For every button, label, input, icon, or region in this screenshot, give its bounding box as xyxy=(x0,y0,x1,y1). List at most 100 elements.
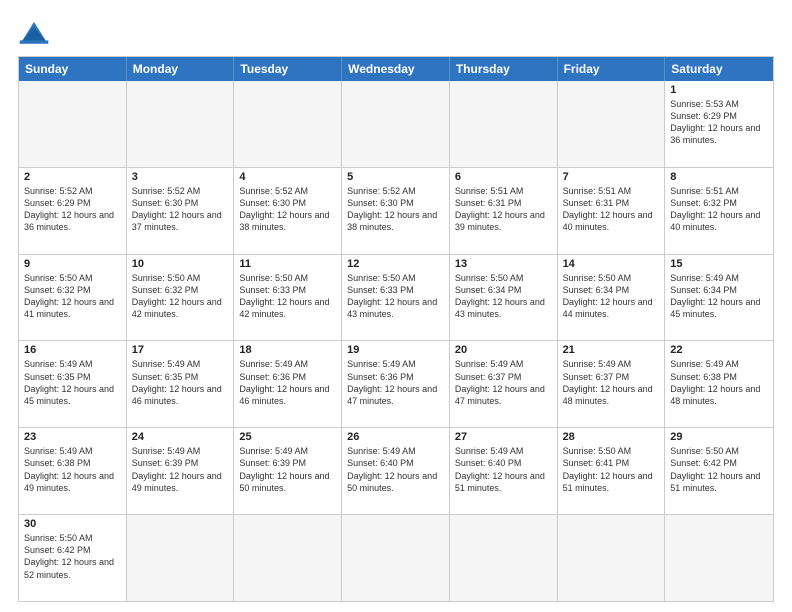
calendar-row-3: 16Sunrise: 5:49 AM Sunset: 6:35 PM Dayli… xyxy=(19,340,773,427)
calendar-cell-2-6: 15 Sunrise: 5:49 AM Sunset: 6:34 PM Dayli… xyxy=(665,255,773,341)
day-info: Sunrise: 5:49 AM Sunset: 6:38 PM Dayligh… xyxy=(670,358,768,407)
day-number: 19 xyxy=(347,344,444,356)
day-info: Sunrise: 5:49 AM Sunset: 6:40 PM Dayligh… xyxy=(347,445,444,494)
day-number: 9 xyxy=(24,258,121,270)
calendar-cell-5-1 xyxy=(127,515,235,601)
day-info: Sunrise: 5:50 AM Sunset: 6:41 PM Dayligh… xyxy=(563,445,660,494)
weekday-header-saturday: Saturday xyxy=(665,57,773,81)
calendar-cell-2-0: 9 Sunrise: 5:50 AM Sunset: 6:32 PM Daylig… xyxy=(19,255,127,341)
calendar-cell-1-1: 3 Sunrise: 5:52 AM Sunset: 6:30 PM Daylig… xyxy=(127,168,235,254)
calendar-cell-5-5 xyxy=(558,515,666,601)
day-info: Sunrise: 5:52 AM Sunset: 6:30 PM Dayligh… xyxy=(239,185,336,234)
page: SundayMondayTuesdayWednesdayThursdayFrid… xyxy=(0,0,792,612)
calendar-cell-5-2 xyxy=(234,515,342,601)
day-info: Sunrise: 5:49 AM Sunset: 6:34 PM Dayligh… xyxy=(670,272,768,321)
calendar-cell-4-1: 24Sunrise: 5:49 AM Sunset: 6:39 PM Dayli… xyxy=(127,428,235,514)
calendar-cell-5-0: 30Sunrise: 5:50 AM Sunset: 6:42 PM Dayli… xyxy=(19,515,127,601)
weekday-header-tuesday: Tuesday xyxy=(234,57,342,81)
calendar-cell-1-2: 4 Sunrise: 5:52 AM Sunset: 6:30 PM Daylig… xyxy=(234,168,342,254)
calendar-cell-2-3: 12Sunrise: 5:50 AM Sunset: 6:33 PM Dayli… xyxy=(342,255,450,341)
calendar-cell-0-5 xyxy=(558,81,666,167)
day-info: Sunrise: 5:50 AM Sunset: 6:32 PM Dayligh… xyxy=(132,272,229,321)
day-info: Sunrise: 5:49 AM Sunset: 6:39 PM Dayligh… xyxy=(239,445,336,494)
calendar-cell-4-0: 23 Sunrise: 5:49 AM Sunset: 6:38 PM Dayli… xyxy=(19,428,127,514)
calendar-cell-1-3: 5Sunrise: 5:52 AM Sunset: 6:30 PM Daylig… xyxy=(342,168,450,254)
calendar-cell-2-4: 13Sunrise: 5:50 AM Sunset: 6:34 PM Dayli… xyxy=(450,255,558,341)
calendar-cell-3-1: 17 Sunrise: 5:49 AM Sunset: 6:35 PM Dayli… xyxy=(127,341,235,427)
calendar-cell-4-5: 28Sunrise: 5:50 AM Sunset: 6:41 PM Dayli… xyxy=(558,428,666,514)
calendar-cell-1-0: 2 Sunrise: 5:52 AM Sunset: 6:29 PM Daylig… xyxy=(19,168,127,254)
day-number: 5 xyxy=(347,171,444,183)
calendar-cell-0-6: 1 Sunrise: 5:53 AM Sunset: 6:29 PM Daylig… xyxy=(665,81,773,167)
day-info: Sunrise: 5:49 AM Sunset: 6:37 PM Dayligh… xyxy=(455,358,552,407)
day-number: 25 xyxy=(239,431,336,443)
day-info: Sunrise: 5:49 AM Sunset: 6:38 PM Dayligh… xyxy=(24,445,121,494)
calendar-cell-2-2: 11 Sunrise: 5:50 AM Sunset: 6:33 PM Dayli… xyxy=(234,255,342,341)
day-info: Sunrise: 5:49 AM Sunset: 6:36 PM Dayligh… xyxy=(347,358,444,407)
day-info: Sunrise: 5:50 AM Sunset: 6:42 PM Dayligh… xyxy=(24,532,121,581)
day-info: Sunrise: 5:49 AM Sunset: 6:37 PM Dayligh… xyxy=(563,358,660,407)
day-number: 22 xyxy=(670,344,768,356)
day-info: Sunrise: 5:49 AM Sunset: 6:35 PM Dayligh… xyxy=(132,358,229,407)
day-number: 17 xyxy=(132,344,229,356)
day-info: Sunrise: 5:52 AM Sunset: 6:29 PM Dayligh… xyxy=(24,185,121,234)
calendar-cell-2-1: 10 Sunrise: 5:50 AM Sunset: 6:32 PM Dayli… xyxy=(127,255,235,341)
day-number: 18 xyxy=(239,344,336,356)
calendar-cell-0-0 xyxy=(19,81,127,167)
day-info: Sunrise: 5:51 AM Sunset: 6:31 PM Dayligh… xyxy=(455,185,552,234)
day-info: Sunrise: 5:50 AM Sunset: 6:34 PM Dayligh… xyxy=(563,272,660,321)
calendar-cell-0-2 xyxy=(234,81,342,167)
calendar-cell-0-3 xyxy=(342,81,450,167)
day-info: Sunrise: 5:51 AM Sunset: 6:32 PM Dayligh… xyxy=(670,185,768,234)
calendar: SundayMondayTuesdayWednesdayThursdayFrid… xyxy=(18,56,774,602)
calendar-row-1: 2 Sunrise: 5:52 AM Sunset: 6:29 PM Daylig… xyxy=(19,167,773,254)
day-number: 20 xyxy=(455,344,552,356)
weekday-header-monday: Monday xyxy=(127,57,235,81)
calendar-cell-5-3 xyxy=(342,515,450,601)
day-number: 10 xyxy=(132,258,229,270)
calendar-body: 1 Sunrise: 5:53 AM Sunset: 6:29 PM Daylig… xyxy=(19,81,773,601)
calendar-cell-3-2: 18Sunrise: 5:49 AM Sunset: 6:36 PM Dayli… xyxy=(234,341,342,427)
calendar-cell-3-0: 16Sunrise: 5:49 AM Sunset: 6:35 PM Dayli… xyxy=(19,341,127,427)
day-number: 3 xyxy=(132,171,229,183)
day-number: 2 xyxy=(24,171,121,183)
day-number: 11 xyxy=(239,258,336,270)
day-info: Sunrise: 5:52 AM Sunset: 6:30 PM Dayligh… xyxy=(132,185,229,234)
calendar-cell-0-1 xyxy=(127,81,235,167)
calendar-cell-3-6: 22 Sunrise: 5:49 AM Sunset: 6:38 PM Dayli… xyxy=(665,341,773,427)
calendar-cell-1-6: 8 Sunrise: 5:51 AM Sunset: 6:32 PM Daylig… xyxy=(665,168,773,254)
day-number: 27 xyxy=(455,431,552,443)
day-number: 26 xyxy=(347,431,444,443)
day-info: Sunrise: 5:49 AM Sunset: 6:39 PM Dayligh… xyxy=(132,445,229,494)
calendar-header: SundayMondayTuesdayWednesdayThursdayFrid… xyxy=(19,57,773,81)
calendar-row-2: 9 Sunrise: 5:50 AM Sunset: 6:32 PM Daylig… xyxy=(19,254,773,341)
day-number: 23 xyxy=(24,431,121,443)
calendar-cell-1-5: 7Sunrise: 5:51 AM Sunset: 6:31 PM Daylig… xyxy=(558,168,666,254)
weekday-header-wednesday: Wednesday xyxy=(342,57,450,81)
day-info: Sunrise: 5:50 AM Sunset: 6:33 PM Dayligh… xyxy=(347,272,444,321)
calendar-cell-5-4 xyxy=(450,515,558,601)
day-info: Sunrise: 5:49 AM Sunset: 6:40 PM Dayligh… xyxy=(455,445,552,494)
calendar-row-4: 23 Sunrise: 5:49 AM Sunset: 6:38 PM Dayli… xyxy=(19,427,773,514)
calendar-cell-4-2: 25 Sunrise: 5:49 AM Sunset: 6:39 PM Dayli… xyxy=(234,428,342,514)
day-number: 1 xyxy=(670,84,768,96)
calendar-cell-5-6 xyxy=(665,515,773,601)
calendar-cell-4-4: 27 Sunrise: 5:49 AM Sunset: 6:40 PM Dayli… xyxy=(450,428,558,514)
calendar-cell-3-5: 21Sunrise: 5:49 AM Sunset: 6:37 PM Dayli… xyxy=(558,341,666,427)
logo-icon xyxy=(18,18,50,46)
calendar-cell-1-4: 6Sunrise: 5:51 AM Sunset: 6:31 PM Daylig… xyxy=(450,168,558,254)
calendar-cell-4-6: 29Sunrise: 5:50 AM Sunset: 6:42 PM Dayli… xyxy=(665,428,773,514)
day-info: Sunrise: 5:50 AM Sunset: 6:34 PM Dayligh… xyxy=(455,272,552,321)
calendar-cell-3-3: 19 Sunrise: 5:49 AM Sunset: 6:36 PM Dayli… xyxy=(342,341,450,427)
weekday-header-friday: Friday xyxy=(558,57,666,81)
day-info: Sunrise: 5:53 AM Sunset: 6:29 PM Dayligh… xyxy=(670,98,768,147)
day-info: Sunrise: 5:50 AM Sunset: 6:32 PM Dayligh… xyxy=(24,272,121,321)
day-info: Sunrise: 5:50 AM Sunset: 6:33 PM Dayligh… xyxy=(239,272,336,321)
calendar-cell-3-4: 20 Sunrise: 5:49 AM Sunset: 6:37 PM Dayli… xyxy=(450,341,558,427)
day-number: 14 xyxy=(563,258,660,270)
weekday-header-thursday: Thursday xyxy=(450,57,558,81)
day-number: 29 xyxy=(670,431,768,443)
day-number: 15 xyxy=(670,258,768,270)
day-number: 8 xyxy=(670,171,768,183)
day-number: 4 xyxy=(239,171,336,183)
